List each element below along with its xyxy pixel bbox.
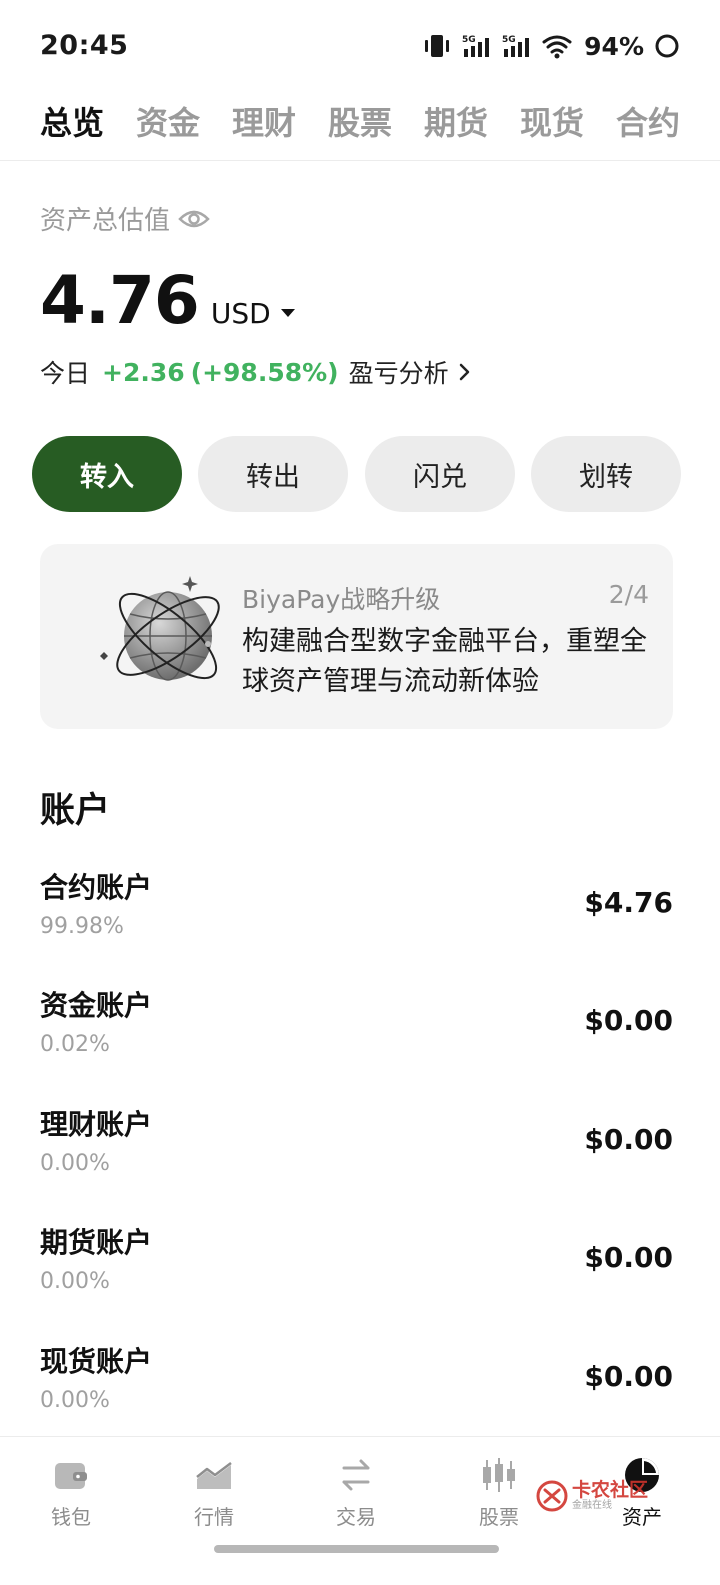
- banner-body: 构建融合型数字金融平台，重塑全球资产管理与流动新体验: [242, 626, 647, 697]
- total-asset-value-row: 4.76 USD: [40, 262, 295, 339]
- account-percent: 0.00%: [40, 1151, 110, 1176]
- watermark-main: 卡农社区: [572, 1479, 649, 1501]
- action-buttons: 转入 转出 闪兑 划转: [32, 436, 682, 512]
- signal-1-label: 5G: [462, 35, 476, 45]
- nav-wallet[interactable]: 钱包: [16, 1455, 126, 1545]
- cellular-signal-icon: 5G: [462, 35, 490, 57]
- eye-icon[interactable]: [178, 208, 210, 230]
- nav-market[interactable]: 行情: [159, 1455, 269, 1545]
- banner-page-indicator: 2/4: [608, 580, 649, 609]
- nav-label: 钱包: [51, 1505, 91, 1529]
- nav-label: 行情: [194, 1505, 234, 1529]
- account-value: $0.00: [584, 1241, 673, 1274]
- nav-trade[interactable]: 交易: [301, 1455, 411, 1545]
- tab-funds[interactable]: 资金: [136, 98, 200, 144]
- battery-percentage: 94%: [584, 31, 644, 61]
- watermark-logo-icon: [536, 1480, 568, 1512]
- tab-overview[interactable]: 总览: [40, 98, 104, 144]
- globe-icon: [100, 576, 220, 681]
- watermark-text: 卡农社区 金融在线: [572, 1480, 648, 1512]
- tab-stocks[interactable]: 股票: [328, 98, 392, 144]
- nav-label: 股票: [479, 1505, 519, 1529]
- account-row-funds[interactable]: 资金账户 0.02% $0.00: [40, 984, 673, 1084]
- market-chart-icon: [196, 1462, 232, 1489]
- status-bar: 20:45 5G 5G 94%: [0, 0, 720, 96]
- account-row-contract[interactable]: 合约账户 99.98% $4.76: [40, 866, 673, 966]
- signal-2-label: 5G: [502, 35, 516, 45]
- watermark: 卡农社区 金融在线: [536, 1480, 648, 1512]
- caret-down-icon[interactable]: [280, 309, 295, 317]
- total-asset-header: 资产总估值: [40, 200, 210, 237]
- tab-contracts[interactable]: 合约: [616, 98, 680, 144]
- flash-swap-button[interactable]: 闪兑: [365, 436, 515, 512]
- pnl-analysis-link[interactable]: 盈亏分析: [349, 354, 449, 390]
- account-value: $0.00: [584, 1360, 673, 1393]
- wallet-icon: [55, 1463, 87, 1489]
- today-label: 今日: [40, 359, 91, 388]
- chevron-right-icon[interactable]: [455, 360, 475, 384]
- account-percent: 99.98%: [40, 914, 124, 939]
- account-percent: 0.00%: [40, 1388, 110, 1413]
- nav-label: 交易: [336, 1505, 376, 1529]
- total-asset-label: 资产总估值: [40, 206, 171, 236]
- tab-wealth[interactable]: 理财: [232, 98, 296, 144]
- account-name: 现货账户: [40, 1345, 153, 1378]
- account-name: 理财账户: [40, 1108, 153, 1141]
- account-name: 合约账户: [40, 871, 153, 904]
- account-row-futures[interactable]: 期货账户 0.00% $0.00: [40, 1221, 673, 1321]
- banner-title: BiyaPay战略升级: [242, 585, 441, 614]
- account-name: 资金账户: [40, 989, 153, 1022]
- swap-arrows-icon: [342, 1459, 370, 1491]
- watermark-sub: 金融在线: [572, 1500, 612, 1511]
- today-change-percent: (+98.58%): [190, 357, 339, 387]
- account-percent: 0.00%: [40, 1269, 110, 1294]
- tab-futures[interactable]: 期货: [424, 98, 488, 144]
- account-row-wealth[interactable]: 理财账户 0.00% $0.00: [40, 1103, 673, 1203]
- account-value: $0.00: [584, 1123, 673, 1156]
- candlestick-icon: [483, 1458, 515, 1492]
- home-indicator[interactable]: [214, 1545, 499, 1553]
- wifi-icon: [542, 35, 572, 59]
- account-percent: 0.02%: [40, 1032, 110, 1057]
- status-icons: 5G 5G 94%: [422, 28, 680, 64]
- deposit-button[interactable]: 转入: [32, 436, 182, 512]
- account-name: 期货账户: [40, 1226, 153, 1259]
- account-value: $0.00: [584, 1004, 673, 1037]
- status-time: 20:45: [40, 30, 129, 61]
- tab-spot[interactable]: 现货: [520, 98, 584, 144]
- cellular-signal-icon: 5G: [502, 35, 530, 57]
- vibrate-icon: [425, 35, 450, 57]
- top-tabs: 总览 资金 理财 股票 期货 现货 合约: [0, 96, 720, 161]
- withdraw-button[interactable]: 转出: [198, 436, 348, 512]
- currency-selector[interactable]: USD: [211, 297, 271, 330]
- promo-banner[interactable]: BiyaPay战略升级 2/4 构建融合型数字金融平台，重塑全球资产管理与流动新…: [40, 544, 673, 729]
- battery-ring-icon: [655, 34, 679, 58]
- transfer-button[interactable]: 划转: [531, 436, 681, 512]
- account-row-spot[interactable]: 现货账户 0.00% $0.00: [40, 1340, 673, 1440]
- total-asset-value: 4.76: [40, 262, 200, 339]
- today-pnl-row: 今日 +2.36 (+98.58%) 盈亏分析: [40, 354, 475, 390]
- accounts-title: 账户: [40, 791, 111, 831]
- account-value: $4.76: [584, 886, 673, 919]
- today-change-value: +2.36: [102, 357, 185, 387]
